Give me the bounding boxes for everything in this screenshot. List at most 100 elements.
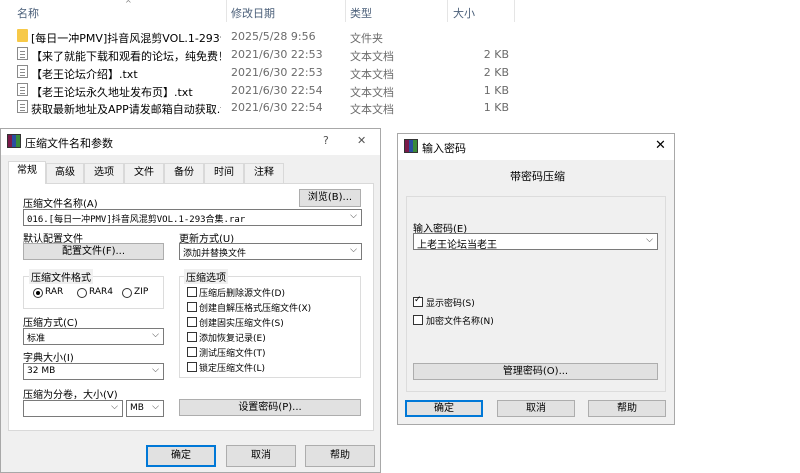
column-divider[interactable]	[345, 0, 346, 22]
tab-backup[interactable]: 备份	[164, 163, 204, 183]
password-dialog-titlebar[interactable]: 输入密码 ✕	[398, 134, 674, 160]
file-date: 2021/6/30 22:53	[231, 66, 323, 79]
tab-files[interactable]: 文件	[124, 163, 164, 183]
column-size[interactable]: 大小	[453, 5, 475, 21]
file-row[interactable]: 获取最新地址及APP请发邮箱自动获取.txt 2021/6/30 22:54 文…	[0, 98, 515, 116]
option-label: 锁定压缩文件(L)	[199, 364, 266, 374]
text-file-icon	[17, 47, 28, 60]
archive-options-title: 压缩选项	[184, 269, 228, 284]
ok-button[interactable]: 确定	[146, 445, 216, 467]
password-heading: 带密码压缩	[510, 170, 565, 183]
option-test-checkbox[interactable]	[187, 347, 197, 357]
file-type: 文件夹	[350, 32, 383, 45]
format-rar-label: RAR	[45, 287, 64, 297]
set-password-button[interactable]: 设置密码(P)...	[179, 399, 361, 416]
file-date: 2021/6/30 22:54	[231, 101, 323, 114]
close-icon[interactable]: ✕	[655, 138, 666, 153]
option-label: 压缩后删除源文件(D)	[199, 289, 285, 299]
chevron-down-icon[interactable]: ⌵	[152, 330, 159, 340]
manage-passwords-button[interactable]: 管理密码(O)...	[413, 363, 658, 380]
help-button[interactable]: 帮助	[305, 445, 375, 467]
cancel-button[interactable]: 取消	[497, 400, 575, 417]
dictionary-select[interactable]: 32 MB ⌵	[23, 363, 164, 380]
dialog-title: 压缩文件名和参数	[25, 137, 113, 150]
option-recovery-checkbox[interactable]	[187, 332, 197, 342]
option-label: 创建固实压缩文件(S)	[199, 319, 284, 329]
folder-icon	[17, 29, 28, 42]
file-type: 文本文档	[350, 68, 394, 81]
show-password-checkbox[interactable]	[413, 295, 423, 307]
help-button[interactable]: 帮助	[588, 400, 666, 417]
tab-options[interactable]: 选项	[84, 163, 124, 183]
column-name[interactable]: 名称	[17, 5, 39, 21]
column-divider[interactable]	[226, 0, 227, 22]
chevron-down-icon[interactable]: ⌵	[350, 245, 357, 255]
file-row[interactable]: [每日一冲PMV]抖音风混剪VOL.1-293合... 2025/5/28 9:…	[0, 27, 515, 45]
chevron-down-icon[interactable]: ⌵	[350, 211, 357, 221]
file-size: 1 KB	[483, 101, 509, 114]
file-name: [每日一冲PMV]抖音风混剪VOL.1-293合...	[31, 32, 221, 45]
archive-name-value: 016.[每日一冲PMV]抖音风混剪VOL.1-293合集.rar	[27, 215, 246, 225]
show-password-label: 显示密码(S)	[426, 299, 475, 309]
method-select[interactable]: 标准 ⌵	[23, 328, 164, 345]
file-row[interactable]: 【来了就能下载和观看的论坛，纯免费！... 2021/6/30 22:53 文本…	[0, 45, 515, 63]
option-solid-checkbox[interactable]	[187, 317, 197, 327]
file-row[interactable]: 【老王论坛介绍】.txt 2021/6/30 22:53 文本文档 2 KB	[0, 63, 515, 81]
winrar-app-icon	[404, 139, 418, 153]
column-divider[interactable]	[447, 0, 448, 22]
profile-button[interactable]: 配置文件(F)...	[23, 243, 164, 260]
option-delete-source-checkbox[interactable]	[187, 287, 197, 297]
file-date: 2021/6/30 22:54	[231, 84, 323, 97]
archive-name-combo[interactable]: 016.[每日一冲PMV]抖音风混剪VOL.1-293合集.rar ⌵	[23, 209, 362, 226]
file-type: 文本文档	[350, 103, 394, 116]
split-size-combo[interactable]: ⌵	[23, 400, 123, 417]
file-type: 文本文档	[350, 50, 394, 63]
close-icon[interactable]: ✕	[357, 134, 366, 147]
text-file-icon	[17, 65, 28, 78]
encrypt-names-checkbox[interactable]	[413, 315, 423, 325]
split-label: 压缩为分卷，大小(V)	[23, 390, 118, 401]
tab-advanced[interactable]: 高级	[46, 163, 84, 183]
file-size: 1 KB	[483, 84, 509, 97]
file-name: 【来了就能下载和观看的论坛，纯免费！...	[31, 50, 221, 63]
text-file-icon	[17, 83, 28, 96]
tab-general[interactable]: 常规	[8, 161, 46, 184]
winrar-app-icon	[7, 134, 21, 148]
archive-format-title: 压缩文件格式	[29, 269, 93, 284]
option-lock-checkbox[interactable]	[187, 362, 197, 372]
split-unit-select[interactable]: MB ⌵	[126, 400, 164, 417]
format-rar4-radio[interactable]	[77, 288, 87, 298]
file-date: 2025/5/28 9:56	[231, 30, 316, 43]
split-unit-value: MB	[130, 403, 144, 413]
file-size: 2 KB	[483, 48, 509, 61]
chevron-down-icon[interactable]: ⌵	[646, 235, 653, 245]
chevron-down-icon[interactable]: ⌵	[111, 402, 118, 412]
method-value: 标准	[27, 334, 46, 344]
password-input[interactable]: 上老王论坛当老王 ⌵	[413, 233, 658, 251]
column-modified[interactable]: 修改日期	[231, 5, 275, 21]
format-rar-radio[interactable]	[33, 288, 43, 298]
cancel-button[interactable]: 取消	[226, 445, 296, 467]
browse-button[interactable]: 浏览(B)...	[299, 189, 361, 207]
dictionary-value: 32 MB	[27, 366, 56, 376]
chevron-down-icon[interactable]: ⌵	[152, 365, 159, 375]
chevron-down-icon[interactable]: ⌵	[152, 402, 159, 412]
archive-dialog-titlebar[interactable]: 压缩文件名和参数 ? ✕	[1, 129, 380, 155]
tab-time[interactable]: 时间	[204, 163, 244, 183]
ok-button[interactable]: 确定	[405, 400, 483, 417]
tab-comment[interactable]: 注释	[244, 163, 284, 183]
update-mode-select[interactable]: 添加并替换文件 ⌵	[179, 243, 362, 260]
archive-name-label: 压缩文件名称(A)	[23, 199, 98, 210]
column-divider[interactable]	[514, 0, 515, 22]
file-row[interactable]: 【老王论坛永久地址发布页】.txt 2021/6/30 22:54 文本文档 1…	[0, 81, 515, 99]
file-list-header: ^ 名称 修改日期 类型 大小	[0, 0, 515, 22]
text-file-icon	[17, 100, 28, 113]
dictionary-label: 字典大小(I)	[23, 353, 74, 364]
column-type[interactable]: 类型	[350, 5, 372, 21]
password-dialog: 输入密码 ✕ 带密码压缩 输入密码(E) 上老王论坛当老王 ⌵ 显示密码(S) …	[397, 133, 675, 425]
option-sfx-checkbox[interactable]	[187, 302, 197, 312]
help-icon[interactable]: ?	[323, 134, 329, 147]
format-zip-radio[interactable]	[122, 288, 132, 298]
password-value: 上老王论坛当老王	[417, 240, 497, 251]
file-name: 获取最新地址及APP请发邮箱自动获取.txt	[31, 103, 221, 116]
